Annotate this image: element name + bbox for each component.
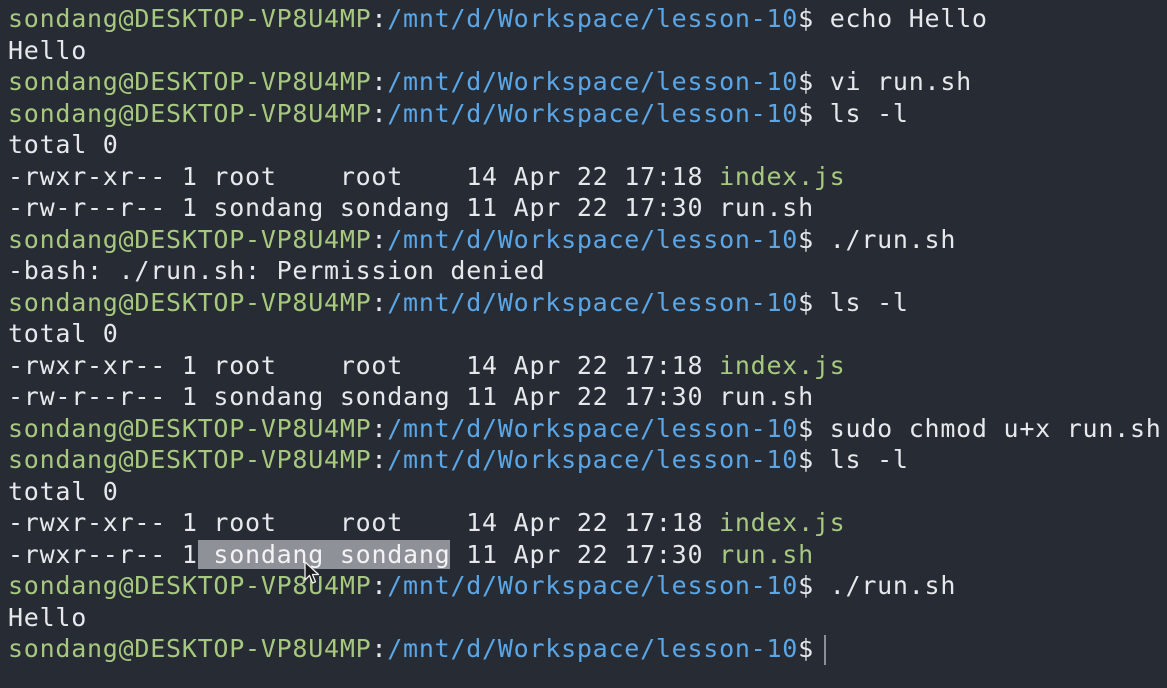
file-name: index.js xyxy=(719,350,846,380)
prompt-colon: : xyxy=(371,98,388,128)
file-size-date: 14 Apr 22 17:18 xyxy=(466,161,720,191)
prompt-path: /mnt/d/Workspace/lesson-10 xyxy=(387,4,799,33)
output-line: Hello xyxy=(0,602,1167,634)
output-line: Hello xyxy=(0,35,1167,67)
prompt-line: sondang@DESKTOP-VP8U4MP:/mnt/d/Workspace… xyxy=(0,98,1167,130)
command-text: ./run.sh xyxy=(829,571,957,600)
file-permissions: -rw-r--r-- 1 xyxy=(8,193,214,222)
file-size-date: 14 Apr 22 17:18 xyxy=(466,350,720,380)
file-size-date: 14 Apr 22 17:18 xyxy=(466,508,720,537)
prompt-symbol: $ xyxy=(798,413,814,443)
prompt-path: /mnt/d/Workspace/lesson-10 xyxy=(387,634,799,663)
prompt-symbol: $ xyxy=(798,571,814,600)
prompt-path: /mnt/d/Workspace/lesson-10 xyxy=(387,413,799,443)
prompt-symbol: $ xyxy=(798,445,814,474)
prompt-line: sondang@DESKTOP-VP8U4MP:/mnt/d/Workspace… xyxy=(0,570,1167,602)
file-permissions: -rwxr-xr-- 1 xyxy=(8,350,214,380)
output-text: Hello xyxy=(8,602,88,632)
prompt-line: sondang@DESKTOP-VP8U4MP:/mnt/d/Workspace… xyxy=(0,413,1167,445)
file-owner-group: root root xyxy=(213,508,467,537)
file-size-date: 11 Apr 22 17:30 xyxy=(466,193,720,222)
prompt-colon: : xyxy=(371,445,388,474)
file-size-date: 11 Apr 22 17:30 xyxy=(450,539,720,569)
terminal-window[interactable]: sondang@DESKTOP-VP8U4MP:/mnt/d/Workspace… xyxy=(0,0,1167,688)
ls-entry: -rwxr-xr-- 1 root root 14 Apr 22 17:18 i… xyxy=(0,507,1167,539)
output-text: total 0 xyxy=(8,476,119,506)
command-text: sudo chmod u+x run.sh xyxy=(829,413,1162,443)
prompt-path: /mnt/d/Workspace/lesson-10 xyxy=(387,445,799,474)
prompt-line: sondang@DESKTOP-VP8U4MP:/mnt/d/Workspace… xyxy=(0,287,1167,319)
prompt-symbol: $ xyxy=(798,224,814,254)
prompt-colon: : xyxy=(371,224,388,254)
prompt-line: sondang@DESKTOP-VP8U4MP:/mnt/d/Workspace… xyxy=(0,66,1167,98)
prompt-user-host: sondang@DESKTOP-VP8U4MP xyxy=(8,98,372,128)
prompt-line: sondang@DESKTOP-VP8U4MP:/mnt/d/Workspace… xyxy=(0,3,1167,35)
prompt-user-host: sondang@DESKTOP-VP8U4MP xyxy=(8,67,372,96)
prompt-symbol: $ xyxy=(798,67,814,96)
file-owner-group: sondang sondang xyxy=(213,193,467,222)
output-text: total 0 xyxy=(8,130,119,159)
file-owner-group: root root xyxy=(213,350,467,380)
command-text: ./run.sh xyxy=(829,224,957,254)
output-text: total 0 xyxy=(8,319,119,348)
command-text: vi run.sh xyxy=(829,67,972,96)
output-line: -bash: ./run.sh: Permission denied xyxy=(0,255,1167,287)
file-name: run.sh xyxy=(719,382,814,411)
output-text: -bash: ./run.sh: Permission denied xyxy=(8,256,546,285)
prompt-path: /mnt/d/Workspace/lesson-10 xyxy=(387,67,799,96)
prompt-user-host: sondang@DESKTOP-VP8U4MP xyxy=(8,634,372,663)
output-line: total 0 xyxy=(0,129,1167,161)
text-cursor[interactable] xyxy=(823,635,826,665)
prompt-colon: : xyxy=(371,413,388,443)
ls-entry: -rw-r--r-- 1 sondang sondang 11 Apr 22 1… xyxy=(0,381,1167,413)
file-name: index.js xyxy=(719,161,846,191)
file-size-date: 11 Apr 22 17:30 xyxy=(466,382,720,411)
command-text: ls -l xyxy=(829,98,909,128)
command-text: ls -l xyxy=(829,287,909,317)
prompt-symbol: $ xyxy=(798,634,814,663)
file-permissions: -rw-r--r-- 1 xyxy=(8,382,214,411)
command-text: echo Hello xyxy=(829,4,988,33)
command-text: ls -l xyxy=(829,445,909,474)
ls-entry: -rwxr-xr-- 1 root root 14 Apr 22 17:18 i… xyxy=(0,161,1167,193)
file-name: run.sh xyxy=(719,539,814,569)
selected-owner-text[interactable]: sondang sondang xyxy=(197,539,451,569)
prompt-colon: : xyxy=(371,634,388,663)
file-permissions: -rwxr-xr-- 1 xyxy=(8,508,214,537)
ls-entry: -rw-r--r-- 1 sondang sondang 11 Apr 22 1… xyxy=(0,192,1167,224)
prompt-colon: : xyxy=(371,4,388,33)
file-owner-group: sondang sondang xyxy=(213,382,467,411)
prompt-user-host: sondang@DESKTOP-VP8U4MP xyxy=(8,224,372,254)
prompt-path: /mnt/d/Workspace/lesson-10 xyxy=(387,287,799,317)
prompt-colon: : xyxy=(371,67,388,96)
mouse-pointer-icon xyxy=(304,561,320,584)
prompt-path: /mnt/d/Workspace/lesson-10 xyxy=(387,224,799,254)
prompt-symbol: $ xyxy=(798,287,814,317)
prompt-path: /mnt/d/Workspace/lesson-10 xyxy=(387,98,799,128)
prompt-line: sondang@DESKTOP-VP8U4MP:/mnt/d/Workspace… xyxy=(0,224,1167,256)
prompt-user-host: sondang@DESKTOP-VP8U4MP xyxy=(8,445,372,474)
output-line: total 0 xyxy=(0,318,1167,350)
file-permissions: -rwxr--r-- 1 xyxy=(8,539,198,569)
output-line: total 0 xyxy=(0,476,1167,508)
prompt-line: sondang@DESKTOP-VP8U4MP:/mnt/d/Workspace… xyxy=(0,633,1167,665)
prompt-colon: : xyxy=(371,571,388,600)
prompt-symbol: $ xyxy=(798,98,814,128)
prompt-user-host: sondang@DESKTOP-VP8U4MP xyxy=(8,4,372,33)
prompt-user-host: sondang@DESKTOP-VP8U4MP xyxy=(8,413,372,443)
output-text: Hello xyxy=(8,35,88,65)
prompt-colon: : xyxy=(371,287,388,317)
ls-entry: -rwxr-xr-- 1 root root 14 Apr 22 17:18 i… xyxy=(0,350,1167,382)
prompt-line: sondang@DESKTOP-VP8U4MP:/mnt/d/Workspace… xyxy=(0,444,1167,476)
prompt-path: /mnt/d/Workspace/lesson-10 xyxy=(387,571,799,600)
file-permissions: -rwxr-xr-- 1 xyxy=(8,161,214,191)
prompt-user-host: sondang@DESKTOP-VP8U4MP xyxy=(8,287,372,317)
file-name: index.js xyxy=(719,508,846,537)
prompt-symbol: $ xyxy=(798,4,814,33)
ls-entry: -rwxr--r-- 1 sondang sondang 11 Apr 22 1… xyxy=(0,539,1167,571)
file-owner-group: root root xyxy=(213,161,467,191)
file-name: run.sh xyxy=(719,193,814,222)
